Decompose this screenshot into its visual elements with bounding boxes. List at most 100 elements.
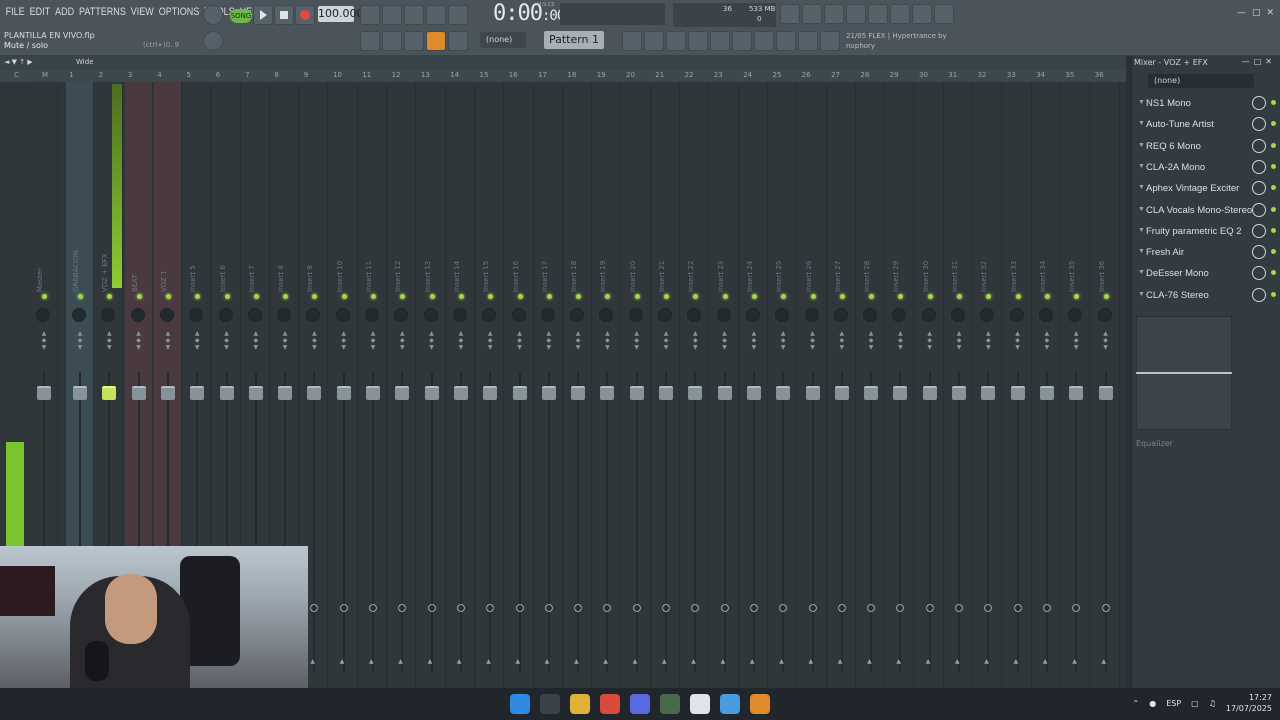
slot-enable-led[interactable] (1271, 249, 1276, 255)
volume-fader[interactable] (307, 386, 322, 400)
stereo-separation-arrows[interactable]: ▲ ◆ ▼ (339, 330, 349, 351)
undo-history-icon[interactable] (780, 4, 800, 24)
slot-menu-icon[interactable]: ▼ (1138, 248, 1145, 255)
search-icon[interactable] (540, 694, 560, 714)
stereo-separation-arrows[interactable]: ▲ ◆ ▼ (251, 330, 261, 351)
send-knob[interactable] (779, 604, 788, 612)
effect-slot[interactable]: ▼ Aphex Vintage Exciter (1136, 179, 1280, 199)
slot-menu-icon[interactable]: ▼ (1138, 227, 1145, 234)
mixer-strip[interactable]: Insert 33 ▲ ◆ ▼ ▲ (1003, 82, 1032, 688)
mixer-strip[interactable]: Insert 25 ▲ ◆ ▼ ▲ (769, 82, 798, 688)
strip-enable-led[interactable] (546, 294, 552, 299)
channel-rack-icon[interactable] (666, 31, 686, 51)
close-icon[interactable]: ✕ (1266, 8, 1274, 18)
send-knob[interactable] (749, 604, 758, 612)
volume-fader[interactable] (424, 386, 439, 400)
panel-window-controls[interactable]: —□✕ (1242, 57, 1276, 66)
strip-enable-led[interactable] (664, 294, 669, 299)
stereo-separation-arrows[interactable]: ▲ ◆ ▼ (573, 330, 583, 351)
strip-enable-led[interactable] (605, 294, 611, 299)
stereo-separation-arrows[interactable]: ▲ ◆ ▼ (837, 330, 847, 351)
strip-enable-led[interactable] (1044, 294, 1050, 299)
piano-roll-icon[interactable] (644, 31, 664, 51)
mixer-strip[interactable]: Insert 22 ▲ ◆ ▼ ▲ (681, 82, 710, 688)
send-knob[interactable] (603, 604, 612, 612)
pencil-icon[interactable] (404, 31, 424, 51)
mixer-strip[interactable]: Insert 17 ▲ ◆ ▼ ▲ (534, 82, 563, 688)
browser-icon[interactable] (710, 31, 730, 51)
route-arrow-icon[interactable]: ▲ (896, 658, 901, 665)
send-knob[interactable] (369, 604, 377, 612)
touch-icon[interactable] (798, 31, 818, 51)
route-arrow-icon[interactable]: ▲ (809, 658, 814, 665)
volume-fader[interactable] (1069, 386, 1084, 400)
slot-menu-icon[interactable]: ▼ (1138, 120, 1145, 127)
strip-enable-led[interactable] (693, 294, 699, 299)
slot-mix-knob[interactable] (1252, 223, 1266, 238)
volume-fader[interactable] (366, 386, 380, 400)
stereo-separation-arrows[interactable]: ▲ ◆ ▼ (75, 330, 85, 351)
pan-knob[interactable] (365, 308, 379, 322)
volume-fader[interactable] (688, 386, 703, 400)
pan-knob[interactable] (1097, 308, 1112, 322)
discord-icon[interactable] (630, 694, 650, 714)
strip-enable-led[interactable] (810, 294, 816, 299)
mixer-strip[interactable]: Insert 16 ▲ ◆ ▼ ▲ (505, 82, 534, 688)
route-arrow-icon[interactable]: ▲ (1043, 658, 1048, 665)
send-knob[interactable] (1042, 604, 1051, 612)
route-arrow-icon[interactable]: ▲ (691, 658, 696, 665)
language-indicator[interactable]: ESP (1166, 699, 1181, 708)
minimize-icon[interactable]: — (1237, 8, 1246, 18)
volume-fader[interactable] (834, 386, 849, 400)
stereo-separation-arrows[interactable]: ▲ ◆ ▼ (39, 330, 49, 351)
strip-enable-led[interactable] (751, 294, 757, 299)
clock[interactable]: 17:27 17/07/2025 (1226, 692, 1272, 714)
slot-mix-knob[interactable] (1252, 266, 1266, 281)
send-knob[interactable] (691, 604, 700, 612)
pan-knob[interactable] (482, 308, 497, 322)
effect-slot[interactable]: ▼ CLA Vocals Mono-Stereo (1136, 201, 1280, 221)
send-knob[interactable] (1072, 604, 1081, 612)
stereo-separation-arrows[interactable]: ▲ ◆ ▼ (427, 330, 437, 351)
strip-enable-led[interactable] (1074, 294, 1080, 299)
strip-enable-led[interactable] (253, 294, 259, 299)
route-arrow-icon[interactable]: ▲ (750, 658, 755, 665)
stereo-separation-arrows[interactable]: ▲ ◆ ▼ (515, 330, 525, 351)
effect-slot[interactable]: ▼ Fruity parametric EQ 2 (1136, 222, 1280, 242)
pan-knob[interactable] (951, 308, 965, 322)
tools-icon[interactable] (776, 31, 796, 51)
pan-knob[interactable] (1068, 308, 1083, 322)
strip-enable-led[interactable] (1103, 294, 1109, 299)
volume-fader[interactable] (1098, 386, 1113, 400)
mixer-strip[interactable]: Insert 31 ▲ ◆ ▼ ▲ (945, 82, 973, 688)
mixer-strip[interactable]: Insert 15 ▲ ◆ ▼ ▲ (476, 82, 505, 688)
route-arrow-icon[interactable]: ▲ (662, 658, 667, 665)
route-arrow-icon[interactable]: ▲ (1014, 658, 1019, 665)
pan-knob[interactable] (687, 308, 702, 322)
slot-mix-knob[interactable] (1252, 202, 1266, 217)
pan-knob[interactable] (277, 308, 292, 322)
slot-mix-knob[interactable] (1252, 138, 1266, 153)
stereo-separation-arrows[interactable]: ▲ ◆ ▼ (632, 330, 642, 351)
volume-fader[interactable] (453, 386, 468, 400)
stereo-separation-arrows[interactable]: ▲ ◆ ▼ (661, 330, 671, 351)
pan-knob[interactable] (599, 308, 614, 322)
loop-record-icon[interactable] (448, 5, 468, 25)
volume-fader[interactable] (600, 386, 615, 400)
app-icon[interactable] (660, 694, 680, 714)
route-arrow-icon[interactable]: ▲ (633, 658, 638, 665)
volume-fader[interactable] (483, 386, 498, 400)
strip-enable-led[interactable] (283, 294, 289, 299)
effect-slot[interactable]: ▼ REQ 6 Mono (1136, 137, 1280, 157)
stereo-separation-arrows[interactable]: ▲ ◆ ▼ (749, 330, 759, 351)
obs-icon[interactable] (690, 694, 710, 714)
mixer-layout-preset[interactable]: Wide (76, 58, 93, 66)
strip-enable-led[interactable] (78, 294, 83, 299)
pan-knob[interactable] (628, 308, 643, 322)
pan-knob[interactable] (921, 308, 936, 322)
stereo-separation-arrows[interactable]: ▲ ◆ ▼ (163, 330, 173, 351)
route-arrow-icon[interactable]: ▲ (428, 658, 433, 665)
mixer-strip[interactable]: Insert 28 ▲ ◆ ▼ ▲ (857, 82, 886, 688)
pan-knob[interactable] (101, 308, 116, 322)
stereo-separation-arrows[interactable]: ▲ ◆ ▼ (983, 330, 993, 351)
